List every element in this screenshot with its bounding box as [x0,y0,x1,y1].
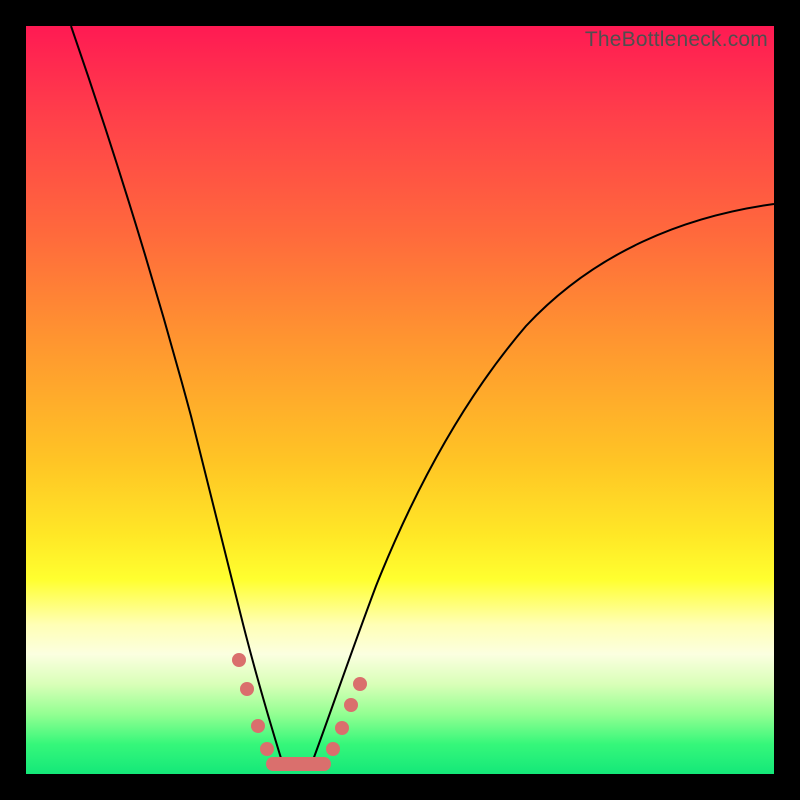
marker-dot-right-1 [326,742,340,756]
marker-dot-right-2 [335,721,349,735]
marker-dot-right-4 [353,677,367,691]
curve-svg [26,26,774,774]
marker-dot-right-3 [344,698,358,712]
curve-left [71,26,284,768]
watermark-text: TheBottleneck.com [585,28,768,52]
plot-area [26,26,774,774]
chart-frame: TheBottleneck.com [0,0,800,800]
marker-dot-left-3 [251,719,265,733]
marker-dot-left-4 [260,742,274,756]
marker-dot-left-2 [240,682,254,696]
curve-right [310,204,774,768]
marker-dot-left-1 [232,653,246,667]
